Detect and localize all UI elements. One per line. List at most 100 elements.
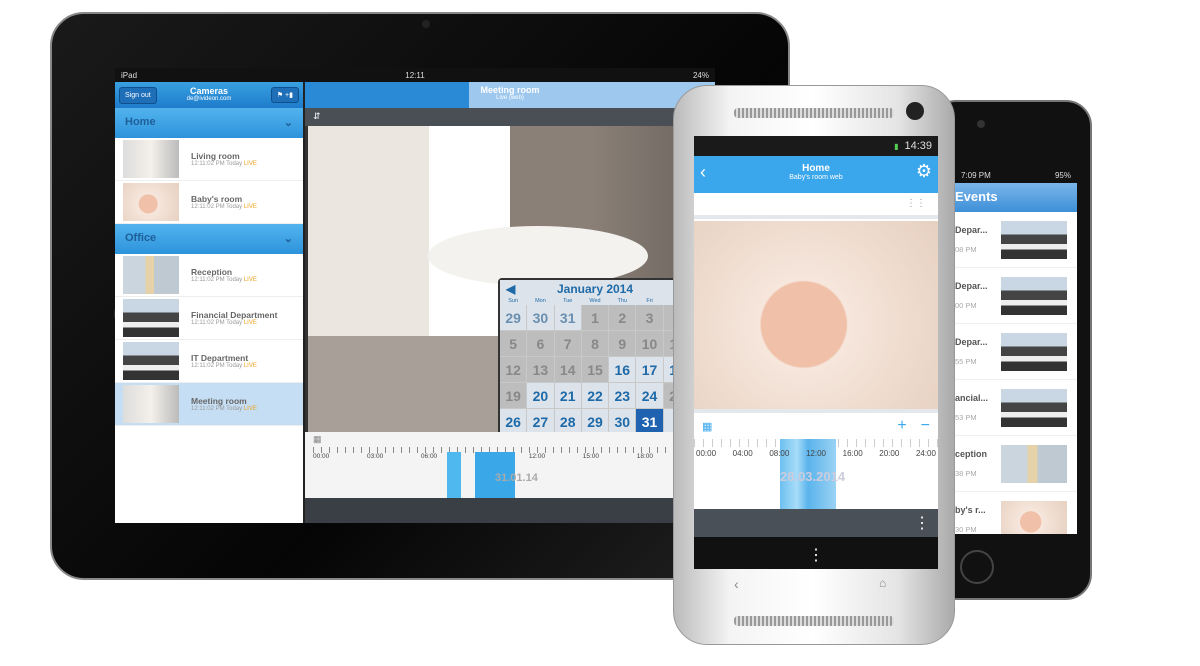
layout-toggle-icon[interactable]: ⇵ (313, 111, 321, 121)
event-camera: by's r... (955, 505, 986, 515)
event-camera: Depar... (955, 337, 988, 347)
camera-thumbnail (123, 299, 179, 337)
camera-list-item[interactable]: Financial Department 12:11:02 PM Today LI… (115, 297, 303, 340)
timeline[interactable]: 00:00 04:00 08:00 12:00 16:00 20:00 24:00 28.0… (694, 439, 938, 509)
timeline-label: 15:00 (582, 453, 600, 460)
event-thumbnail (1001, 276, 1067, 315)
camera-list-item[interactable]: Meeting room 12:11:02 PM Today LIVE (115, 383, 303, 426)
event-item[interactable]: Depar... 00 PM (955, 268, 1077, 324)
camera-list-item[interactable]: Reception 12:11:02 PM Today LIVE (115, 254, 303, 297)
camera-timestamp: 12:11:02 PM Today LIVE (191, 277, 257, 283)
calendar-day[interactable]: 8 (581, 331, 609, 356)
calendar-day[interactable]: 5 (500, 331, 527, 356)
overflow-menu-icon[interactable]: ⋮ (808, 547, 824, 564)
camera-timestamp: 12:11:02 PM Today LIVE (191, 161, 257, 167)
camera-list-item[interactable]: Baby's room 12:11:02 PM Today LIVE (115, 181, 303, 224)
calendar-day[interactable]: 9 (609, 331, 636, 356)
calendar-day[interactable]: 2 (609, 305, 636, 330)
recording-segment (447, 452, 461, 498)
sidebar-header: Sign out Cameras de@ivideon.com ⚑ +▮ (115, 82, 303, 108)
calendar-day[interactable]: 27 (527, 409, 554, 434)
group-header-home[interactable]: Home ⌄ (115, 108, 303, 138)
camera-list-item[interactable]: IT Department 12:11:02 PM Today LIVE (115, 340, 303, 383)
calendar-day[interactable]: 15 (581, 357, 609, 382)
calendar-day[interactable]: 29 (500, 305, 527, 330)
add-camera-button[interactable]: ⚑ +▮ (270, 87, 299, 103)
live-badge: LIVE (243, 161, 257, 167)
event-item[interactable]: ancial... 53 PM (955, 380, 1077, 436)
live-badge: LIVE (243, 320, 257, 326)
calendar-day[interactable]: 28 (554, 409, 581, 434)
battery-level: 24% (692, 70, 709, 80)
back-icon[interactable]: ‹ (700, 162, 706, 183)
calendar-day[interactable]: 17 (636, 357, 663, 382)
calendar-day[interactable]: 23 (609, 383, 636, 408)
calendar-day[interactable]: 3 (636, 305, 663, 330)
calendar-day[interactable]: 10 (636, 331, 663, 356)
event-thumbnail (1001, 332, 1067, 371)
calendar-day[interactable]: 20 (527, 383, 554, 408)
calendar-day[interactable]: 26 (500, 409, 527, 434)
more-menu-icon[interactable]: ⋮ (914, 515, 930, 532)
camera-thumbnail (123, 183, 179, 221)
group-header-office[interactable]: Office ⌄ (115, 224, 303, 254)
event-item[interactable]: ception 38 PM (955, 436, 1077, 492)
calendar-day[interactable]: 1 (581, 305, 609, 330)
camera-list-item[interactable]: Living room 12:11:02 PM Today LIVE (115, 138, 303, 181)
calendar-day[interactable]: 13 (527, 357, 554, 382)
camera-timestamp: 12:11:02 PM Today LIVE (191, 363, 257, 369)
event-item[interactable]: Depar... 08 PM (955, 212, 1077, 268)
main-header: Meeting room Live (web) ⚙ (305, 82, 715, 108)
chevron-down-icon[interactable]: ⌄ (284, 232, 293, 246)
device-label: iPad (121, 70, 138, 80)
camera-thumbnail (123, 256, 179, 294)
prev-month-button[interactable]: ◀ (506, 282, 515, 296)
calendar-icon[interactable]: ▦ (305, 432, 715, 447)
iphone-home-button[interactable] (960, 550, 994, 584)
calendar-day[interactable]: 21 (554, 383, 581, 408)
calendar-day[interactable]: 6 (527, 331, 554, 356)
weekday-label: Thu (617, 298, 628, 304)
calendar-icon[interactable]: ▦ (702, 420, 897, 433)
events-header: Events (955, 183, 1077, 212)
calendar-day[interactable]: 19 (500, 383, 527, 408)
calendar-day[interactable]: 12 (500, 357, 527, 382)
calendar-day[interactable]: 14 (554, 357, 581, 382)
iphone-screen: 7:09 PM 95% Events Depar... 08 PM Depar...… (955, 168, 1077, 534)
camera-time: 12:11:02 PM Today (191, 161, 243, 167)
layout-toggle-icon[interactable]: ⋮⋮ (906, 198, 926, 209)
calendar-day[interactable]: 30 (527, 305, 554, 330)
camera-info: Living room 12:11:02 PM Today LIVE (191, 151, 257, 167)
calendar-day[interactable]: 22 (581, 383, 609, 408)
settings-icon[interactable]: ⚙ (916, 161, 932, 182)
calendar-day[interactable]: 31 (636, 409, 663, 434)
battery-level: 95% (1054, 171, 1071, 180)
zoom-out-button[interactable]: − (921, 417, 930, 435)
timeline-label: 18:00 (636, 453, 653, 460)
calendar-day[interactable]: 7 (554, 331, 581, 356)
event-time: 55 PM (955, 357, 977, 366)
group-name: Home (125, 116, 156, 128)
zoom-in-button[interactable]: + (897, 417, 906, 435)
ipad-screen: iPad 12:11 24% Sign out Cameras de@ivide… (115, 68, 715, 523)
camera-time: 12:11:02 PM Today (191, 277, 243, 283)
calendar-day[interactable]: 24 (636, 383, 663, 408)
android-back-key[interactable]: ‹ (734, 576, 739, 592)
sign-out-button[interactable]: Sign out (119, 87, 157, 104)
calendar-day[interactable]: 31 (554, 305, 581, 330)
event-time: 38 PM (955, 469, 977, 478)
chevron-down-icon[interactable]: ⌄ (284, 116, 293, 130)
camera-info: IT Department 12:11:02 PM Today LIVE (191, 353, 257, 369)
ipad-camera (422, 20, 430, 28)
ipad-status-bar: iPad 12:11 24% (115, 68, 715, 82)
calendar-day[interactable]: 16 (609, 357, 636, 382)
event-item[interactable]: Depar... 55 PM (955, 324, 1077, 380)
event-item[interactable]: by's r... 30 PM (955, 492, 1077, 534)
weekday-label: Tue (563, 298, 573, 304)
video-feed[interactable] (694, 221, 938, 409)
android-device: ▮ 14:39 ‹ Home Baby's room web ⚙ ⋮⋮ ▦ + −… (673, 85, 955, 645)
android-home-key[interactable]: ⌂ (879, 576, 886, 590)
calendar-day[interactable]: 29 (581, 409, 609, 434)
timeline[interactable]: ▦ 00:0003:0006:0009:0012:0015:0018:0021:… (305, 432, 715, 498)
calendar-day[interactable]: 30 (609, 409, 636, 434)
